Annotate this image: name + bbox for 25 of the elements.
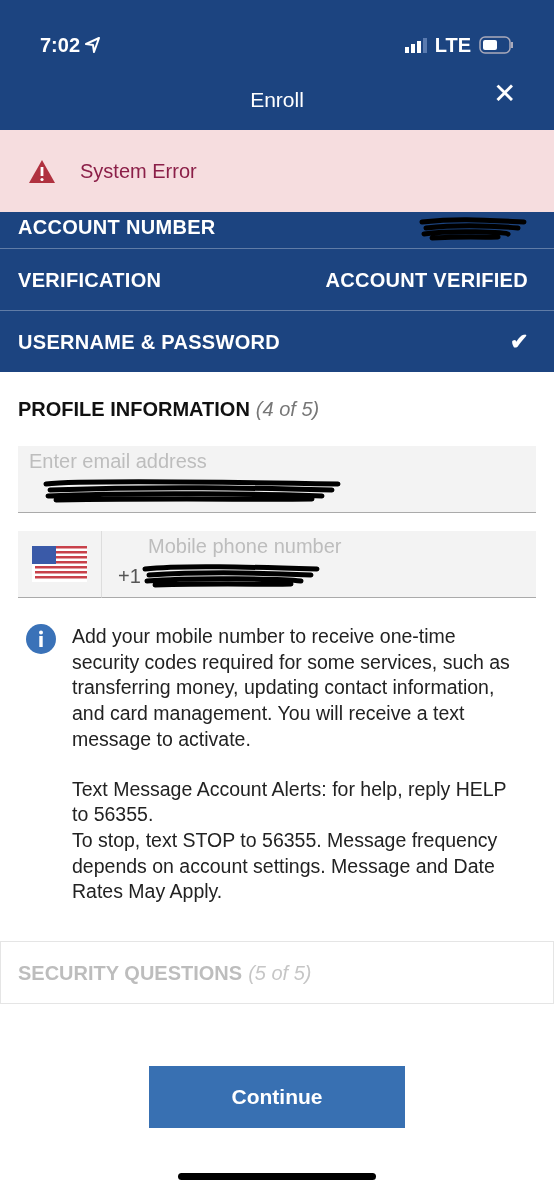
step-count: (5 of 5) — [248, 960, 312, 986]
battery-icon — [479, 36, 514, 54]
section-title: SECURITY QUESTIONS — [18, 960, 243, 986]
step-count: (4 of 5) — [255, 398, 320, 420]
section-title: PROFILE INFORMATION — [18, 398, 250, 420]
checkmark-icon: ✔ — [509, 325, 528, 358]
error-message: System Error — [80, 159, 197, 184]
status-time: 7:02 — [40, 33, 81, 58]
info-text: Add your mobile number to receive one-time security codes required for some services, such as transferring money, updating contact information, and card management. You will receive a text message to activate. — [72, 624, 511, 752]
warning-icon — [28, 158, 56, 184]
step-label: USERNAME & PASSWORD — [18, 329, 280, 355]
close-button[interactable]: ✕ — [493, 80, 516, 108]
info-text: Text Message Account Alerts: for help, reply HELP to 56355. To stop, text STOP to 56355. Message frequency depends on account settings. Message and Date Rates May Apply. — [72, 776, 508, 905]
flag-icon — [31, 545, 88, 583]
step-status: ACCOUNT VERIFIED — [325, 267, 528, 293]
screen-title: Enroll — [250, 87, 304, 114]
signal-icon — [404, 37, 427, 53]
network-label: LTE — [434, 33, 471, 58]
phone-prefix: +1 — [118, 564, 141, 589]
continue-button[interactable]: Continue — [149, 1066, 405, 1129]
step-label: VERIFICATION — [18, 267, 162, 293]
location-arrow-icon — [84, 36, 102, 54]
country-selector[interactable] — [18, 531, 102, 598]
info-icon — [26, 624, 56, 654]
step-label: ACCOUNT NUMBER — [18, 215, 216, 240]
